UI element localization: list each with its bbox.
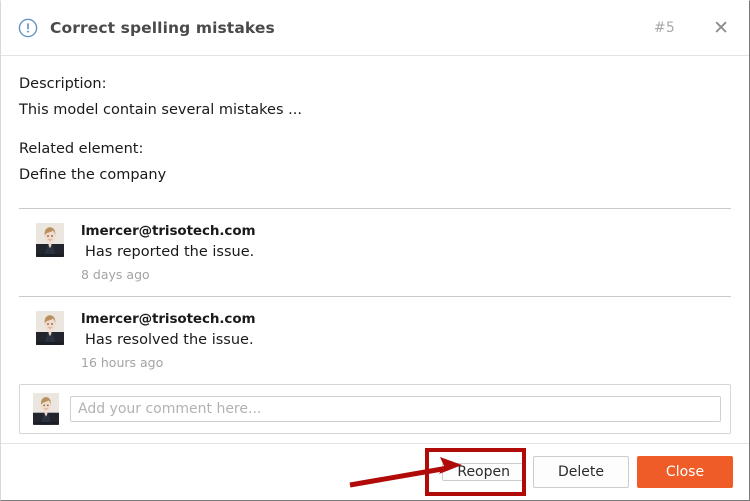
reopen-button[interactable]: Reopen xyxy=(442,463,525,481)
dialog-body: Description: This model contain several … xyxy=(1,56,749,443)
description-section: Description: This model contain several … xyxy=(1,56,749,121)
comment-item: lmercer@trisotech.com Has reported the i… xyxy=(19,208,731,296)
delete-button[interactable]: Delete xyxy=(533,456,629,488)
related-element-section: Related element: Define the company xyxy=(1,138,749,186)
comment-body: lmercer@trisotech.com Has resolved the i… xyxy=(81,310,731,372)
comment-timestamp: 16 hours ago xyxy=(81,355,164,370)
comment-input[interactable] xyxy=(70,396,721,422)
dialog-header: Correct spelling mistakes #5 ✕ xyxy=(1,1,749,56)
related-element-value: Define the company xyxy=(19,167,167,183)
avatar xyxy=(36,223,64,257)
issue-detail-dialog: Correct spelling mistakes #5 ✕ Descripti… xyxy=(0,0,750,501)
description-label: Description: xyxy=(19,76,107,92)
reopen-button-wrapper: Reopen xyxy=(425,448,526,496)
page-title: Correct spelling mistakes xyxy=(50,19,275,37)
comment-body: lmercer@trisotech.com Has reported the i… xyxy=(81,222,731,284)
screenshot-root: Correct spelling mistakes #5 ✕ Descripti… xyxy=(0,0,750,501)
comment-item: lmercer@trisotech.com Has resolved the i… xyxy=(19,296,731,384)
new-comment-composer xyxy=(19,384,731,434)
info-circle-icon xyxy=(18,18,38,38)
comment-author: lmercer@trisotech.com xyxy=(81,311,256,327)
issue-number: #5 xyxy=(653,20,676,36)
comment-text: Has resolved the issue. xyxy=(85,332,254,348)
comment-author: lmercer@trisotech.com xyxy=(81,223,256,239)
description-value: This model contain several mistakes ... xyxy=(19,102,302,118)
related-element-label: Related element: xyxy=(19,141,144,157)
comments-list: lmercer@trisotech.com Has reported the i… xyxy=(19,208,731,384)
close-icon[interactable]: ✕ xyxy=(709,17,733,40)
comment-timestamp: 8 days ago xyxy=(81,267,150,282)
close-button[interactable]: Close xyxy=(637,456,733,488)
dialog-footer: Reopen Delete Close xyxy=(1,443,749,500)
avatar xyxy=(33,393,59,425)
avatar xyxy=(36,311,64,345)
comment-text: Has reported the issue. xyxy=(85,244,255,260)
